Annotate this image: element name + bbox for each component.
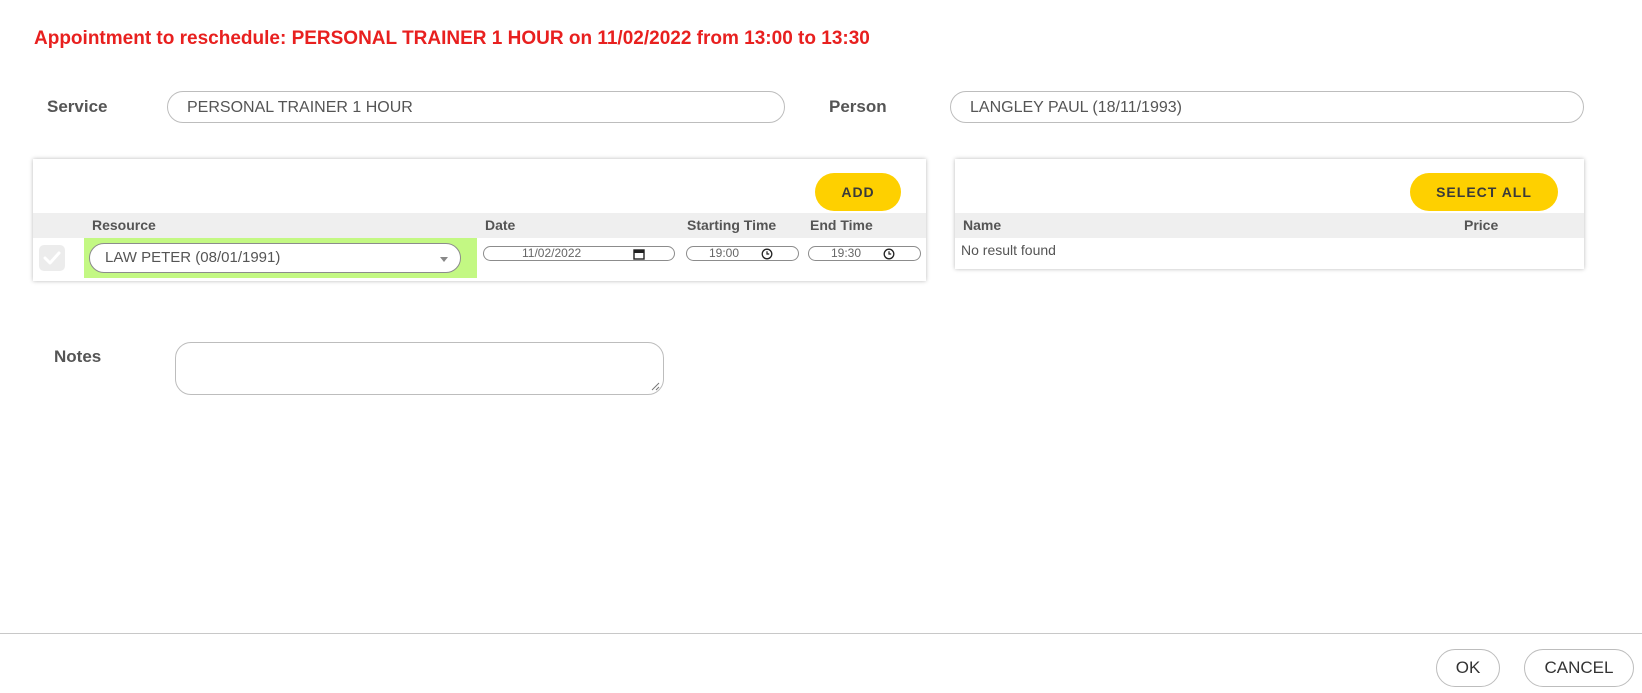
items-table-header: Name Price <box>955 213 1584 238</box>
notes-textarea[interactable] <box>175 342 664 395</box>
end-time-value: 19:30 <box>831 246 862 260</box>
page-title: Appointment to reschedule: PERSONAL TRAI… <box>34 28 870 49</box>
ok-button[interactable]: OK <box>1436 649 1500 687</box>
add-button[interactable]: ADD <box>815 173 901 211</box>
column-header-end-time: End Time <box>810 217 873 233</box>
footer-divider <box>0 633 1642 634</box>
clock-icon[interactable] <box>883 248 895 260</box>
column-header-resource: Resource <box>92 217 156 233</box>
service-field[interactable]: PERSONAL TRAINER 1 HOUR <box>167 91 785 123</box>
resources-panel: ADD Resource Date Starting Time End Time… <box>33 159 926 281</box>
start-time-value: 19:00 <box>709 246 740 260</box>
resource-select-value: LAW PETER (08/01/1991) <box>105 249 281 266</box>
end-time-input[interactable]: 19:30 <box>808 246 921 261</box>
person-field[interactable]: LANGLEY PAUL (18/11/1993) <box>950 91 1584 123</box>
clock-icon[interactable] <box>761 248 773 260</box>
table-row: LAW PETER (08/01/1991) 11/02/2022 19:00 … <box>33 238 926 278</box>
resize-grip-icon[interactable] <box>651 382 660 391</box>
chevron-down-icon <box>440 257 448 262</box>
person-label: Person <box>829 97 887 116</box>
checkmark-icon <box>43 251 61 265</box>
calendar-icon[interactable] <box>633 248 645 260</box>
empty-state-text: No result found <box>961 242 1056 258</box>
resource-select[interactable]: LAW PETER (08/01/1991) <box>89 243 461 273</box>
column-header-name: Name <box>963 217 1002 233</box>
select-all-button[interactable]: SELECT ALL <box>1410 173 1558 211</box>
resources-table-header: Resource Date Starting Time End Time <box>33 213 926 238</box>
column-header-starting-time: Starting Time <box>687 217 777 233</box>
date-input[interactable]: 11/02/2022 <box>483 246 675 261</box>
cancel-button[interactable]: CANCEL <box>1524 649 1634 687</box>
date-input-value: 11/02/2022 <box>522 246 582 260</box>
row-checkbox[interactable] <box>39 245 65 271</box>
column-header-date: Date <box>485 217 516 233</box>
items-panel: SELECT ALL Name Price No result found <box>955 159 1584 269</box>
resource-cell: LAW PETER (08/01/1991) <box>84 238 477 278</box>
notes-label: Notes <box>54 347 102 366</box>
column-header-price: Price <box>1464 217 1499 233</box>
service-label: Service <box>47 97 108 116</box>
start-time-input[interactable]: 19:00 <box>686 246 799 261</box>
